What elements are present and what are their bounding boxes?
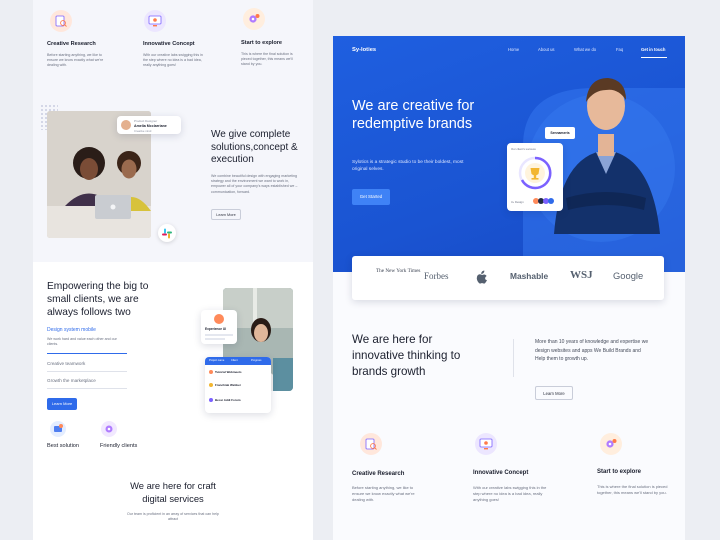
research-icon — [360, 433, 382, 455]
feature-desc: With our creative labs swigging this in … — [143, 53, 203, 68]
feature-title: Innovative Concept — [143, 41, 195, 47]
tab-divider — [47, 388, 127, 389]
avatar — [209, 383, 213, 387]
table-col: Progress — [251, 359, 262, 362]
hero-chip: Sennameris — [545, 127, 575, 139]
learn-more-button[interactable]: Learn More — [211, 209, 241, 220]
feature-title: Start to explore — [597, 469, 642, 475]
nav-about[interactable]: About us — [538, 47, 555, 52]
nav-home[interactable]: Home — [508, 47, 519, 52]
experience-card: Experience UI — [201, 310, 237, 344]
nyt-logo: The New York Times — [376, 268, 421, 274]
success-card: Our client's success 3+ Design — [507, 143, 563, 211]
avatar — [548, 198, 554, 204]
concept-icon — [144, 10, 166, 32]
tab-creative-teamwork[interactable]: Creative teamwork — [47, 361, 85, 366]
learn-more-button[interactable]: Learn More — [47, 398, 77, 410]
feature-title: Innovative Concept — [473, 470, 529, 476]
table-row: Tutorial Webmeets — [215, 370, 242, 374]
get-started-button[interactable]: Get Started — [352, 189, 390, 205]
success-label: Our client's success — [511, 147, 536, 151]
profile-badge: Product Designer Amelia Mcclarriane Crea… — [117, 116, 181, 134]
table-row: Franchiak Webber — [215, 383, 241, 387]
concept-icon — [475, 433, 497, 455]
solutions-desc: We combine beautiful design with engagin… — [211, 174, 298, 194]
tab-divider — [47, 353, 127, 354]
tab-growth[interactable]: Growth the marketplace — [47, 378, 96, 383]
hero-section: Sy-loties Home About us What we do Faq G… — [333, 36, 685, 272]
craft-title: We are here for craft digital services — [130, 480, 216, 504]
feature-title: Creative Research — [47, 41, 96, 47]
solutions-title: We give complete solutions,concept & exe… — [211, 129, 298, 165]
craft-desc: Our team is proficient in an array of se… — [127, 512, 219, 522]
empower-title: Empowering the big to small clients, we … — [47, 281, 149, 318]
man-photo — [554, 78, 660, 234]
table-col: Client — [231, 359, 238, 362]
table-header: Project name Client Progress — [205, 357, 271, 365]
feature-desc: Before starting anything, we like to ens… — [47, 53, 104, 68]
table-col: Project name — [209, 359, 225, 362]
badge-role: Product Designer — [134, 119, 158, 123]
tab-desc: We work hard and value each other and ou… — [47, 337, 117, 347]
nav-underline — [641, 57, 667, 58]
mashable-logo: Mashable — [510, 271, 549, 281]
bottom-item-label: Best solution — [47, 443, 80, 449]
google-logo: Google — [613, 270, 644, 281]
apple-logo — [476, 270, 487, 284]
vertical-divider — [513, 339, 514, 377]
research-icon — [50, 10, 72, 32]
badge-name: Amelia Mcclarriane — [134, 124, 167, 128]
wsj-logo: WSJ — [570, 269, 593, 281]
forbes-logo: Forbes — [424, 271, 449, 281]
bottom-item-label: Friendly clients — [100, 443, 138, 449]
projects-table-card: Project name Client Progress Tutorial We… — [205, 357, 271, 413]
badge-sub: Creative mind — [134, 129, 152, 133]
table-row: Bessi Addi Forum — [215, 398, 241, 402]
tab-divider — [47, 371, 127, 372]
clients-icon — [101, 421, 117, 437]
hero-desc: Sylotics is a strategic studio to be the… — [352, 160, 464, 172]
nav-what-we-do[interactable]: What we do — [574, 47, 596, 52]
nav-faq[interactable]: Faq — [616, 47, 623, 52]
explore-icon — [243, 8, 265, 30]
feature-title: Creative Research — [352, 471, 405, 477]
feature-desc: This is where the final solution is piec… — [241, 52, 293, 67]
slack-icon — [158, 224, 176, 242]
nav-get-in-touch[interactable]: Get in touch — [641, 47, 665, 52]
right-panel: Sy-loties Home About us What we do Faq G… — [333, 36, 685, 540]
feature-title: Start to explore — [241, 40, 283, 46]
innov-desc: More than 10 years of knowledge and expe… — [535, 339, 649, 362]
feature-desc: This is where the final solution is piec… — [597, 484, 668, 495]
left-panel: Creative Research Innovative Concept Sta… — [33, 0, 313, 540]
tab-design-system[interactable]: Design system mobile — [47, 327, 96, 333]
avatar — [209, 370, 213, 374]
brand-logo[interactable]: Sy-loties — [352, 47, 376, 53]
avatar — [209, 398, 213, 402]
feature-desc: With our creative labs swigging this in … — [473, 485, 547, 502]
trophy-ring — [518, 156, 552, 190]
innov-title: We are here for innovative thinking to b… — [352, 333, 461, 378]
feature-desc: Before starting anything, we like to ens… — [352, 485, 415, 502]
hero-title: We are creative for redemptive brands — [352, 98, 475, 132]
explore-icon — [600, 433, 622, 455]
avatar — [214, 314, 224, 324]
avatar — [121, 120, 131, 130]
experience-label: Experience UI — [205, 327, 227, 331]
progress-line — [205, 338, 225, 340]
progress-line — [205, 334, 233, 336]
success-footer: 3+ Design — [511, 200, 524, 204]
solution-icon — [50, 421, 66, 437]
learn-more-button[interactable]: Learn More — [535, 386, 573, 400]
logos-bar: The New York Times Forbes Mashable WSJ G… — [352, 256, 664, 300]
